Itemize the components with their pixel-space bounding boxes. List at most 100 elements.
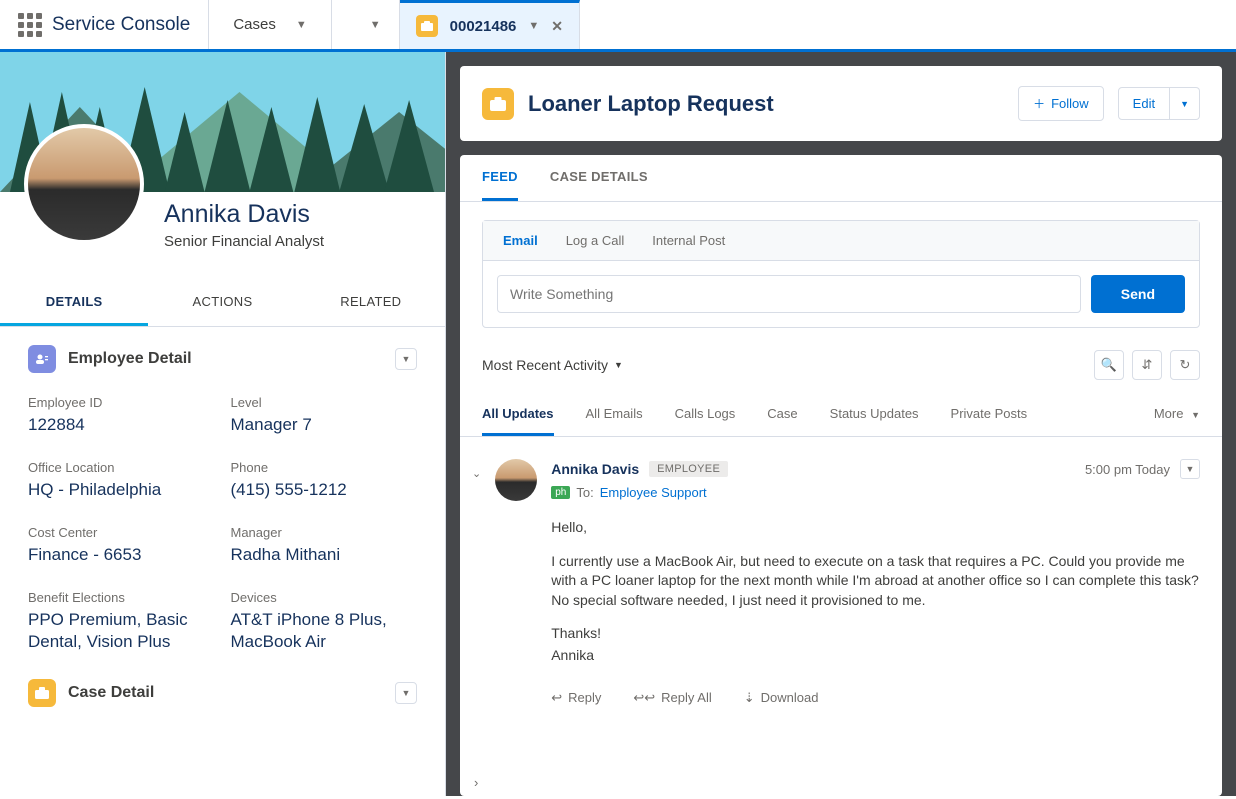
case-feed-card: FEED CASE DETAILS Email Log a Call Inter… [460,155,1222,796]
app-launcher[interactable]: Service Console [0,0,209,49]
filter-private-posts[interactable]: Private Posts [951,394,1028,436]
detail-tabs: FEED CASE DETAILS [460,155,1222,202]
field-label: Phone [231,460,418,475]
nav-item-label: Cases [233,16,276,33]
field-value: HQ - Philadelphia [28,479,215,501]
employee-badge: EMPLOYEE [649,461,728,477]
filter-calls-logs[interactable]: Calls Logs [675,394,736,436]
left-tabs: DETAILS ACTIONS RELATED [0,280,445,327]
profile-banner [0,52,445,192]
workspace-tab-label: 00021486 [450,18,517,35]
tab-actions[interactable]: ACTIONS [148,280,296,326]
expand-icon: ⇵ [1142,357,1153,373]
field-value: Radha Mithani [231,544,418,566]
workspace-tab[interactable]: 00021486 ▼ ✕ [400,0,580,49]
chevron-down-icon[interactable]: ▼ [528,20,539,32]
pub-tab-internal-post[interactable]: Internal Post [652,233,725,248]
tab-case-details[interactable]: CASE DETAILS [550,155,648,201]
field-label: Cost Center [28,525,215,540]
refresh-icon: ↻ [1180,357,1191,373]
collapse-toggle[interactable]: ⌄ [472,459,481,706]
avatar [495,459,537,501]
close-icon[interactable]: ✕ [551,18,563,35]
person-name: Annika Davis [164,200,445,229]
chevron-down-icon: ▼ [1191,410,1200,420]
sort-label-text: Most Recent Activity [482,357,608,373]
feed-author[interactable]: Annika Davis [551,461,639,477]
field-phone: Phone (415) 555-1212 [231,460,418,501]
field-label: Manager [231,525,418,540]
filter-all-updates[interactable]: All Updates [482,394,554,436]
to-recipient-link[interactable]: Employee Support [600,485,707,500]
filter-more[interactable]: More ▼ [1154,394,1200,436]
field-value: (415) 555-1212 [231,479,418,501]
field-employee-id: Employee ID 122884 [28,395,215,436]
download-icon: ⇣ [744,690,755,706]
follow-button[interactable]: ＋ Follow [1018,86,1104,121]
edit-button[interactable]: Edit [1118,87,1170,120]
filter-all-emails[interactable]: All Emails [586,394,643,436]
edit-menu-button[interactable]: ▼ [1170,87,1200,120]
person-title: Senior Financial Analyst [164,233,445,250]
email-signature: Annika [551,646,1200,666]
reply-all-icon: ↩↩ [633,690,655,706]
filter-case[interactable]: Case [767,394,797,436]
field-label: Office Location [28,460,215,475]
field-manager: Manager Radha Mithani [231,525,418,566]
action-label: Download [761,690,819,705]
top-nav-bar: Service Console Cases ▼ ▼ 00021486 ▼ ✕ [0,0,1236,52]
edit-button-group: Edit ▼ [1118,87,1200,120]
button-label: Edit [1133,96,1155,111]
case-icon [416,15,438,37]
feed-item-menu[interactable]: ▼ [1180,459,1200,479]
feed-search-button[interactable]: 🔍 [1094,350,1124,380]
nav-overflow[interactable]: ▼ [332,0,400,49]
feed-refresh-button[interactable]: ↻ [1170,350,1200,380]
tab-details[interactable]: DETAILS [0,280,148,326]
case-icon [28,679,56,707]
email-main: I currently use a MacBook Air, but need … [551,552,1200,611]
section-title: Case Detail [68,684,383,702]
field-devices: Devices AT&T iPhone 8 Plus, MacBook Air [231,590,418,653]
email-greeting: Hello, [551,518,1200,538]
tab-feed[interactable]: FEED [482,155,518,201]
case-title: Loaner Laptop Request [528,91,1004,117]
pub-tab-log-call[interactable]: Log a Call [566,233,625,248]
case-icon [482,88,514,120]
email-body: Hello, I currently use a MacBook Air, bu… [551,518,1200,666]
compose-input[interactable] [497,275,1081,313]
field-label: Employee ID [28,395,215,410]
reply-icon: ↩ [551,690,562,706]
employee-detail-section: Employee Detail ▼ Employee ID 122884 Lev… [0,327,445,671]
field-label: Benefit Elections [28,590,215,605]
expand-feed-toggle[interactable]: › [474,775,478,790]
filter-status-updates[interactable]: Status Updates [830,394,919,436]
feed-timestamp: 5:00 pm Today [1085,462,1170,477]
reply-action[interactable]: ↩ Reply [551,690,601,706]
field-office-location: Office Location HQ - Philadelphia [28,460,215,501]
button-label: Follow [1051,96,1089,111]
section-menu-button[interactable]: ▼ [395,682,417,704]
case-header-card: Loaner Laptop Request ＋ Follow Edit ▼ [460,66,1222,141]
pub-tab-email[interactable]: Email [503,233,538,248]
plus-icon: ＋ [1033,95,1045,112]
nav-item-cases[interactable]: Cases ▼ [209,0,331,49]
feed-expand-button[interactable]: ⇵ [1132,350,1162,380]
publisher: Email Log a Call Internal Post Send [482,220,1200,328]
app-launcher-icon [18,13,42,37]
tab-related[interactable]: RELATED [297,280,445,326]
field-value: 122884 [28,414,215,436]
field-value: AT&T iPhone 8 Plus, MacBook Air [231,609,418,653]
field-value: PPO Premium, Basic Dental, Vision Plus [28,609,215,653]
chevron-down-icon: ▼ [1180,99,1189,109]
download-action[interactable]: ⇣ Download [744,690,819,706]
send-button[interactable]: Send [1091,275,1185,313]
app-name: Service Console [52,14,190,36]
reply-all-action[interactable]: ↩↩ Reply All [633,690,711,706]
action-label: Reply [568,690,601,705]
sort-dropdown[interactable]: Most Recent Activity ▼ [482,357,623,373]
section-menu-button[interactable]: ▼ [395,348,417,370]
right-panel: Loaner Laptop Request ＋ Follow Edit ▼ FE… [446,52,1236,796]
to-label: To: [576,485,593,500]
feed-item: ⌄ Annika Davis EMPLOYEE 5:00 pm Today ▼ … [460,437,1222,718]
